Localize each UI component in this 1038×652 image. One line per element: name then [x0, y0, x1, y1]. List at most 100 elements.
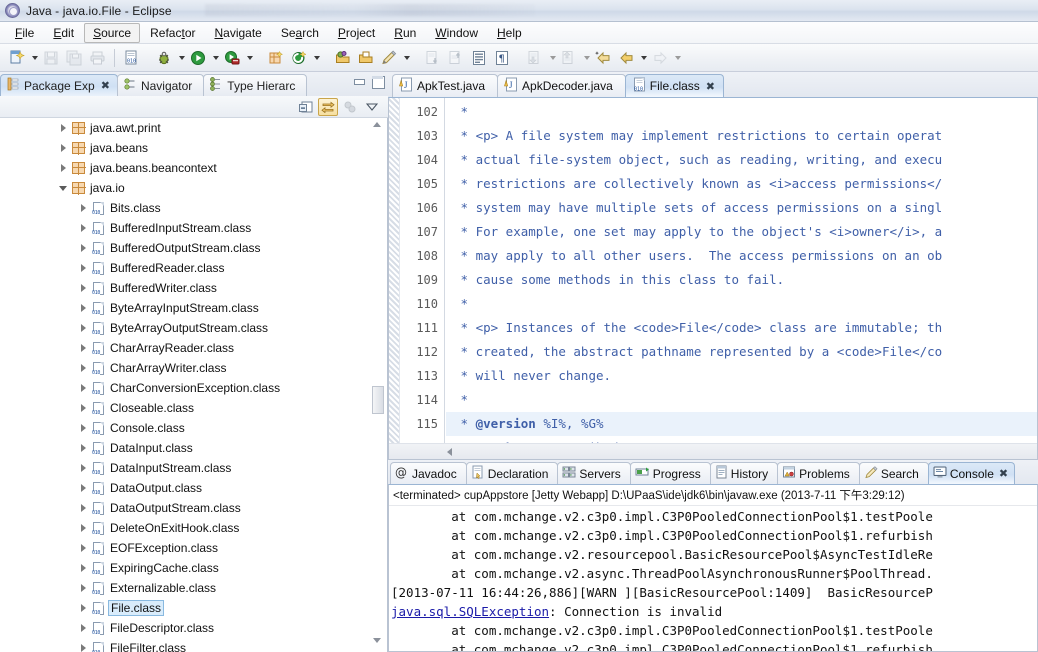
- editor-tab-file-class[interactable]: 010File.class✖: [625, 74, 724, 97]
- chevron-right-icon[interactable]: [75, 364, 91, 372]
- link-with-editor-icon[interactable]: [318, 98, 338, 116]
- tree-item[interactable]: java.awt.print: [0, 118, 387, 138]
- chevron-right-icon[interactable]: [75, 344, 91, 352]
- run-icon[interactable]: [187, 47, 209, 69]
- chevron-right-icon[interactable]: [75, 564, 91, 572]
- tree-item[interactable]: 010Bits.class: [0, 198, 387, 218]
- code-line[interactable]: * cause some methods in this class to fa…: [446, 268, 1037, 292]
- new-java-class-dropdown-arrow-icon[interactable]: [311, 47, 322, 69]
- code-line[interactable]: *: [446, 100, 1037, 124]
- editor-code-area[interactable]: * * <p> A file system may implement rest…: [446, 98, 1037, 443]
- tree-item[interactable]: 010DataInputStream.class: [0, 458, 387, 478]
- search-pencil-dropdown-arrow-icon[interactable]: [401, 47, 412, 69]
- view-menu-icon[interactable]: [362, 98, 382, 116]
- bottom-tab-progress[interactable]: Progress: [630, 462, 711, 484]
- code-line[interactable]: * actual file-system object, such as rea…: [446, 148, 1037, 172]
- package-tree[interactable]: java.awt.printjava.beansjava.beans.beanc…: [0, 118, 388, 652]
- chevron-right-icon[interactable]: [55, 124, 71, 132]
- tree-item[interactable]: 010BufferedInputStream.class: [0, 218, 387, 238]
- chevron-right-icon[interactable]: [75, 384, 91, 392]
- close-icon[interactable]: ✖: [999, 467, 1008, 480]
- tree-item[interactable]: 010CharConversionException.class: [0, 378, 387, 398]
- chevron-right-icon[interactable]: [75, 644, 91, 652]
- chevron-right-icon[interactable]: [75, 624, 91, 632]
- debug-dropdown-arrow-icon[interactable]: [176, 47, 187, 69]
- code-line[interactable]: * @version %I%, %G%: [446, 412, 1037, 436]
- view-tab-type-hierarc[interactable]: Type Hierarc: [203, 74, 307, 96]
- chevron-right-icon[interactable]: [75, 444, 91, 452]
- open-task-icon[interactable]: [355, 47, 377, 69]
- tree-scroll-up-button[interactable]: [373, 122, 383, 132]
- bottom-tab-problems[interactable]: Problems: [777, 462, 860, 484]
- chevron-right-icon[interactable]: [75, 544, 91, 552]
- focus-on-active-task-icon[interactable]: [340, 98, 360, 116]
- tree-item[interactable]: 010BufferedReader.class: [0, 258, 387, 278]
- tree-item[interactable]: 010Closeable.class: [0, 398, 387, 418]
- tree-item[interactable]: 010FileDescriptor.class: [0, 618, 387, 638]
- editor-horizontal-scrollbar[interactable]: [389, 443, 1037, 459]
- chevron-right-icon[interactable]: [75, 524, 91, 532]
- editor-body[interactable]: 1021031041051061071081091101111121131141…: [388, 97, 1038, 460]
- editor-tab-apkdecoder-java[interactable]: JApkDecoder.java: [497, 74, 626, 97]
- code-line[interactable]: * system may have multiple sets of acces…: [446, 196, 1037, 220]
- menu-file[interactable]: File: [6, 23, 43, 43]
- menu-navigate[interactable]: Navigate: [205, 23, 270, 43]
- chevron-right-icon[interactable]: [55, 164, 71, 172]
- close-icon[interactable]: ✖: [101, 79, 110, 92]
- chevron-right-icon[interactable]: [75, 604, 91, 612]
- collapse-all-icon[interactable]: [296, 98, 316, 116]
- new-java-class-icon[interactable]: [288, 47, 310, 69]
- code-line[interactable]: * created, the abstract pathname represe…: [446, 340, 1037, 364]
- bottom-tab-search[interactable]: Search: [859, 462, 929, 484]
- tree-item[interactable]: 010FileFilter.class: [0, 638, 387, 652]
- menu-refactor[interactable]: Refactor: [141, 23, 204, 43]
- tree-item[interactable]: 010DataOutputStream.class: [0, 498, 387, 518]
- chevron-right-icon[interactable]: [55, 144, 71, 152]
- last-edit-location-dropdown-arrow-icon[interactable]: [547, 47, 558, 69]
- tree-item[interactable]: 010DataInput.class: [0, 438, 387, 458]
- chevron-right-icon[interactable]: [75, 584, 91, 592]
- debug-icon[interactable]: [153, 47, 175, 69]
- tree-item[interactable]: 010File.class: [0, 598, 387, 618]
- chevron-right-icon[interactable]: [75, 224, 91, 232]
- menu-run[interactable]: Run: [385, 23, 425, 43]
- stacktrace-link[interactable]: java.sql.SQLException: [391, 604, 549, 619]
- console-view[interactable]: <terminated> cupAppstore [Jetty Webapp] …: [388, 484, 1038, 652]
- menu-search[interactable]: Search: [272, 23, 328, 43]
- tree-item[interactable]: 010Externalizable.class: [0, 578, 387, 598]
- open-type-icon[interactable]: [332, 47, 354, 69]
- tree-item[interactable]: 010DeleteOnExitHook.class: [0, 518, 387, 538]
- tree-item[interactable]: 010EOFException.class: [0, 538, 387, 558]
- chevron-right-icon[interactable]: [75, 424, 91, 432]
- tree-item[interactable]: java.io: [0, 178, 387, 198]
- tree-item[interactable]: 010Console.class: [0, 418, 387, 438]
- new-java-package-icon[interactable]: [265, 47, 287, 69]
- back-dropdown-arrow-icon[interactable]: [638, 47, 649, 69]
- editor-tab-apktest-java[interactable]: JApkTest.java: [392, 74, 498, 97]
- tree-item[interactable]: java.beans.beancontext: [0, 158, 387, 178]
- chevron-right-icon[interactable]: [75, 204, 91, 212]
- menu-project[interactable]: Project: [329, 23, 384, 43]
- editor-scroll-left-icon[interactable]: [447, 448, 452, 456]
- minimize-view-icon[interactable]: [352, 75, 365, 88]
- chevron-right-icon[interactable]: [75, 324, 91, 332]
- code-line[interactable]: * <p> Instances of the <code>File</code>…: [446, 316, 1037, 340]
- code-line[interactable]: * will never change.: [446, 364, 1037, 388]
- chevron-right-icon[interactable]: [75, 284, 91, 292]
- tree-item[interactable]: 010BufferedOutputStream.class: [0, 238, 387, 258]
- search-pencil-icon[interactable]: [378, 47, 400, 69]
- view-tab-package-exp[interactable]: Package Exp✖: [0, 74, 118, 96]
- tree-item[interactable]: 010CharArrayWriter.class: [0, 358, 387, 378]
- code-line[interactable]: * may apply to all other users. The acce…: [446, 244, 1037, 268]
- chevron-right-icon[interactable]: [75, 304, 91, 312]
- forward-dropdown-arrow-icon[interactable]: [672, 47, 683, 69]
- bottom-tab-declaration[interactable]: Declaration: [466, 462, 559, 484]
- toggle-mark-occurrences-icon[interactable]: [468, 47, 490, 69]
- tree-scroll-down-button[interactable]: [373, 638, 383, 648]
- previous-edit-dropdown-arrow-icon[interactable]: [581, 47, 592, 69]
- new-wizard-icon[interactable]: [6, 47, 28, 69]
- tree-item[interactable]: java.beans: [0, 138, 387, 158]
- bottom-tab-history[interactable]: History: [710, 462, 778, 484]
- code-line[interactable]: * restrictions are collectively known as…: [446, 172, 1037, 196]
- chevron-down-icon[interactable]: [55, 186, 71, 191]
